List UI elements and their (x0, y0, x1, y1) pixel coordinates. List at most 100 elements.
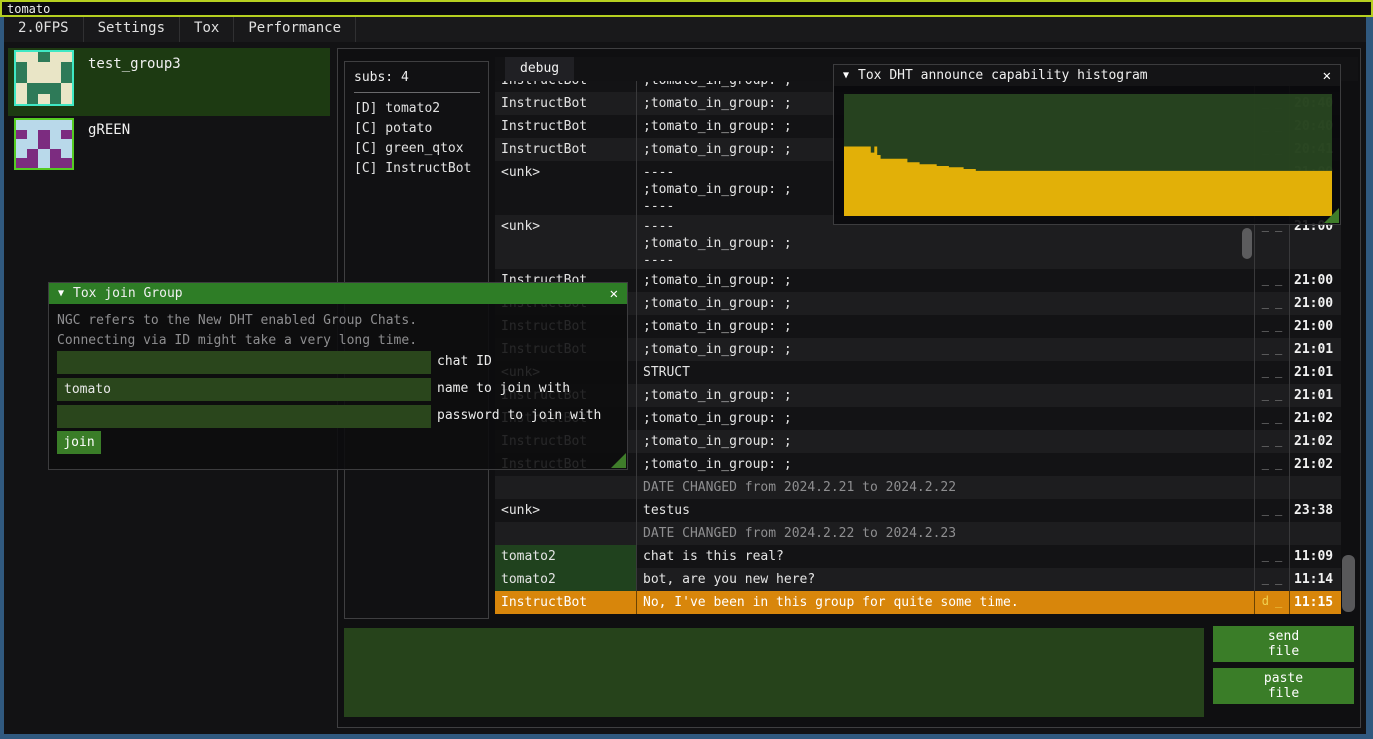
status-flag: _ (1262, 292, 1269, 313)
join-window-title: Tox join Group (73, 286, 183, 301)
message-author: InstructBot (495, 81, 637, 92)
message-row[interactable]: InstructBotNo, I've been in this group f… (495, 591, 1341, 614)
status-flag: _ (1275, 499, 1282, 520)
date-changed-text: DATE CHANGED from 2024.2.22 to 2024.2.23 (637, 522, 1255, 545)
message-status: __ (1255, 361, 1290, 384)
message-text: ;tomato_in_group: ; (637, 407, 1255, 430)
message-author: tomato2 (495, 568, 637, 591)
histogram-window-title: Tox DHT announce capability histogram (858, 68, 1148, 83)
message-text: ;tomato_in_group: ; (637, 338, 1255, 361)
histogram-window-titlebar[interactable]: ▼ Tox DHT announce capability histogram … (834, 65, 1340, 86)
message-timestamp: 21:00 (1290, 269, 1341, 292)
member-instructbot: [C] InstructBot (354, 159, 480, 179)
status-flag: _ (1275, 453, 1282, 474)
status-flag: _ (1262, 315, 1269, 336)
collapse-arrow-icon[interactable]: ▼ (58, 288, 64, 299)
message-timestamp: 23:38 (1290, 499, 1341, 522)
message-row[interactable]: tomato2chat is this real?__11:09 (495, 545, 1341, 568)
join-name-field[interactable] (57, 378, 431, 401)
message-status: __ (1255, 292, 1290, 315)
message-author (495, 476, 637, 499)
status-flag: _ (1275, 545, 1282, 566)
status-flag: _ (1275, 315, 1282, 336)
group-avatar-green[interactable] (14, 118, 74, 170)
send-file-button[interactable]: send file (1213, 626, 1354, 662)
message-status: __ (1255, 430, 1290, 453)
resize-grip[interactable] (1324, 208, 1339, 223)
message-text: ;tomato_in_group: ; (637, 384, 1255, 407)
message-author: InstructBot (495, 591, 637, 614)
resize-grip[interactable] (611, 453, 626, 468)
status-flag: _ (1262, 499, 1269, 520)
message-text: ;tomato_in_group: ; (637, 292, 1255, 315)
message-list-scrollbar-thumb[interactable] (1242, 228, 1252, 259)
chat-id-field[interactable] (57, 351, 431, 374)
window-title: tomato (7, 2, 50, 16)
status-flag: _ (1262, 269, 1269, 290)
status-flag: _ (1275, 292, 1282, 313)
status-flag: _ (1275, 568, 1282, 589)
message-author (495, 522, 637, 545)
message-author: InstructBot (495, 115, 637, 138)
join-button[interactable]: join (57, 431, 101, 454)
status-flag: d (1262, 591, 1269, 612)
message-status: __ (1255, 545, 1290, 568)
menu-performance[interactable]: Performance (234, 17, 356, 42)
status-flag: _ (1275, 269, 1282, 290)
date-separator-row[interactable]: DATE CHANGED from 2024.2.22 to 2024.2.23 (495, 522, 1341, 545)
dht-histogram-window[interactable]: ▼ Tox DHT announce capability histogram … (833, 64, 1341, 225)
fps-indicator: 2.0FPS (4, 17, 84, 42)
message-timestamp: 21:01 (1290, 384, 1341, 407)
histogram-bars (844, 94, 1332, 216)
message-timestamp: 11:09 (1290, 545, 1341, 568)
menu-tox[interactable]: Tox (180, 17, 234, 42)
message-status (1255, 522, 1290, 545)
message-timestamp: 21:00 (1290, 315, 1341, 338)
message-status (1255, 476, 1290, 499)
tox-join-group-window[interactable]: ▼ Tox join Group ✕ NGC refers to the New… (48, 282, 628, 470)
message-row[interactable]: <unk>testus__23:38 (495, 499, 1341, 522)
message-timestamp: 11:15 (1290, 591, 1341, 614)
collapse-arrow-icon[interactable]: ▼ (843, 70, 849, 81)
message-author: <unk> (495, 161, 637, 215)
message-timestamp: 21:01 (1290, 361, 1341, 384)
message-text: chat is this real? (637, 545, 1255, 568)
message-author: <unk> (495, 215, 637, 269)
status-flag: _ (1275, 361, 1282, 382)
menu-settings[interactable]: Settings (84, 17, 180, 42)
app-root: tomato 2.0FPS Settings Tox Performance t… (0, 0, 1373, 739)
chat-id-label: chat ID (437, 354, 492, 369)
message-author: <unk> (495, 499, 637, 522)
member-potato: [C] potato (354, 119, 480, 139)
message-timestamp: 11:14 (1290, 568, 1341, 591)
date-separator-row[interactable]: DATE CHANGED from 2024.2.21 to 2024.2.22 (495, 476, 1341, 499)
status-flag: _ (1275, 407, 1282, 428)
status-flag: _ (1262, 338, 1269, 359)
window-scrollbar-thumb[interactable] (1342, 555, 1355, 612)
message-text: testus (637, 499, 1255, 522)
message-author: InstructBot (495, 92, 637, 115)
subs-count: subs: 4 (354, 70, 480, 85)
close-icon[interactable]: ✕ (610, 286, 618, 302)
message-text: STRUCT (637, 361, 1255, 384)
message-input[interactable] (344, 628, 1204, 717)
close-icon[interactable]: ✕ (1323, 68, 1331, 84)
message-status: __ (1255, 453, 1290, 476)
member-green-qtox: [C] green_qtox (354, 139, 480, 159)
tab-debug[interactable]: debug (505, 57, 574, 81)
message-text: ;tomato_in_group: ; (637, 315, 1255, 338)
join-window-titlebar[interactable]: ▼ Tox join Group ✕ (49, 283, 627, 304)
paste-file-button[interactable]: paste file (1213, 668, 1354, 704)
message-status: __ (1255, 269, 1290, 292)
join-description: NGC refers to the New DHT enabled Group … (57, 311, 417, 351)
status-flag: _ (1262, 545, 1269, 566)
group-name-label: gREEN (88, 122, 130, 138)
message-timestamp: 21:02 (1290, 430, 1341, 453)
status-flag: _ (1275, 338, 1282, 359)
message-row[interactable]: tomato2bot, are you new here?__11:14 (495, 568, 1341, 591)
message-status: __ (1255, 499, 1290, 522)
join-password-field[interactable] (57, 405, 431, 428)
group-name-label: test_group3 (88, 56, 181, 72)
message-timestamp (1290, 522, 1341, 545)
os-titlebar[interactable]: tomato (0, 0, 1373, 17)
